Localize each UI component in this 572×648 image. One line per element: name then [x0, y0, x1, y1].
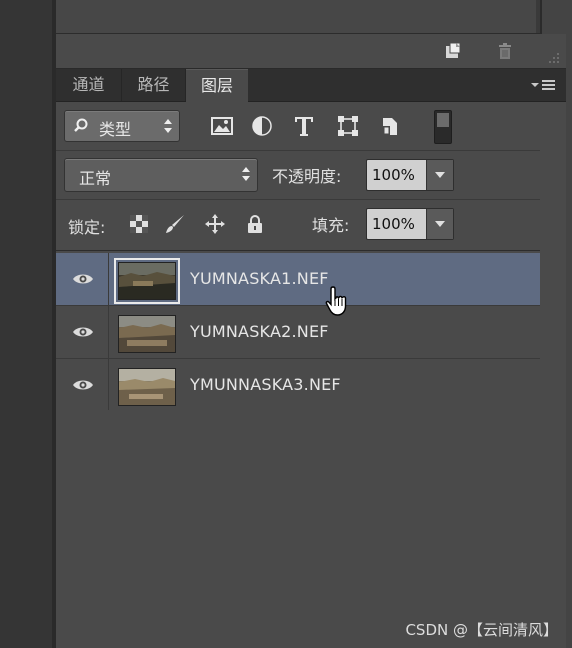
chevron-down-icon	[435, 172, 445, 178]
eye-icon	[73, 274, 93, 284]
layers-panel: 类型 正常 不透明度: 100% 锁定: 填充: 100% YUMNASKA1.…	[56, 102, 566, 648]
search-icon	[74, 118, 88, 132]
layer-row-3[interactable]: YMUNNASKA3.NEF	[56, 359, 540, 412]
filter-kind-label: 类型	[99, 120, 132, 139]
smart-object-filter-icon[interactable]	[378, 114, 402, 138]
filter-toolbar: 类型	[56, 102, 540, 151]
blend-options-row: 正常 不透明度: 100%	[56, 151, 540, 200]
eye-icon	[73, 380, 93, 390]
new-item-icon[interactable]	[444, 42, 462, 60]
layer-thumbnail[interactable]	[114, 258, 180, 304]
layer-list-empty-area	[56, 410, 540, 648]
layer-row-2[interactable]: YUMNASKA2.NEF	[56, 306, 540, 359]
hand-pointer-cursor-icon	[325, 286, 347, 316]
opacity-dropdown-button[interactable]	[426, 160, 453, 190]
blend-mode-select[interactable]: 正常	[64, 158, 258, 192]
fill-value[interactable]: 100%	[372, 209, 415, 239]
filter-toggle-knob	[437, 113, 449, 127]
visibility-toggle[interactable]	[56, 253, 109, 305]
opacity-field[interactable]: 100%	[366, 159, 454, 191]
trash-icon[interactable]	[496, 42, 514, 60]
layer-thumbnail[interactable]	[118, 315, 176, 353]
lock-transparent-pixels-icon[interactable]	[128, 213, 150, 235]
lock-image-pixels-brush-icon[interactable]	[164, 213, 186, 235]
panel-tab-bar: 通道 路径 图层	[56, 69, 566, 102]
upper-scrollbar[interactable]	[536, 0, 540, 33]
opacity-value[interactable]: 100%	[372, 160, 415, 190]
fill-field[interactable]: 100%	[366, 208, 454, 240]
upper-panel-area	[56, 0, 540, 34]
updown-arrows-icon	[242, 167, 250, 181]
upper-panel-footer	[56, 34, 566, 69]
type-filter-icon[interactable]	[292, 114, 316, 138]
shape-filter-icon[interactable]	[336, 114, 360, 138]
updown-arrows-icon	[164, 119, 172, 133]
layer-name[interactable]: YMUNNASKA3.NEF	[190, 375, 341, 394]
tab-channels[interactable]: 通道	[56, 69, 122, 101]
image-filter-icon[interactable]	[210, 114, 234, 138]
lock-position-move-icon[interactable]	[204, 213, 226, 235]
fill-dropdown-button[interactable]	[426, 209, 453, 239]
resize-grip-icon[interactable]	[546, 50, 560, 64]
opacity-label: 不透明度:	[272, 167, 342, 186]
blend-mode-label: 正常	[79, 169, 112, 188]
layer-thumbnail[interactable]	[118, 368, 176, 406]
watermark-text: CSDN @【云间清风】	[405, 621, 558, 639]
chevron-down-icon	[435, 221, 445, 227]
layer-name[interactable]: YUMNASKA1.NEF	[190, 269, 329, 288]
lock-options-row: 锁定: 填充: 100%	[56, 200, 540, 251]
lock-all-padlock-icon[interactable]	[244, 213, 266, 235]
tab-layers[interactable]: 图层	[186, 69, 248, 102]
tab-paths[interactable]: 路径	[122, 69, 186, 101]
left-dock-column	[0, 0, 53, 648]
panel-menu-icon[interactable]	[530, 77, 556, 93]
lock-label: 锁定:	[68, 218, 106, 237]
fill-label: 填充:	[312, 216, 350, 235]
visibility-toggle[interactable]	[56, 359, 109, 411]
layer-row-1[interactable]: YUMNASKA1.NEF	[56, 253, 540, 306]
visibility-toggle[interactable]	[56, 306, 109, 358]
layer-name[interactable]: YUMNASKA2.NEF	[190, 322, 329, 341]
eye-icon	[73, 327, 93, 337]
adjustment-filter-icon[interactable]	[250, 114, 274, 138]
filter-toggle-switch[interactable]	[434, 110, 452, 144]
filter-kind-select[interactable]: 类型	[64, 110, 180, 142]
